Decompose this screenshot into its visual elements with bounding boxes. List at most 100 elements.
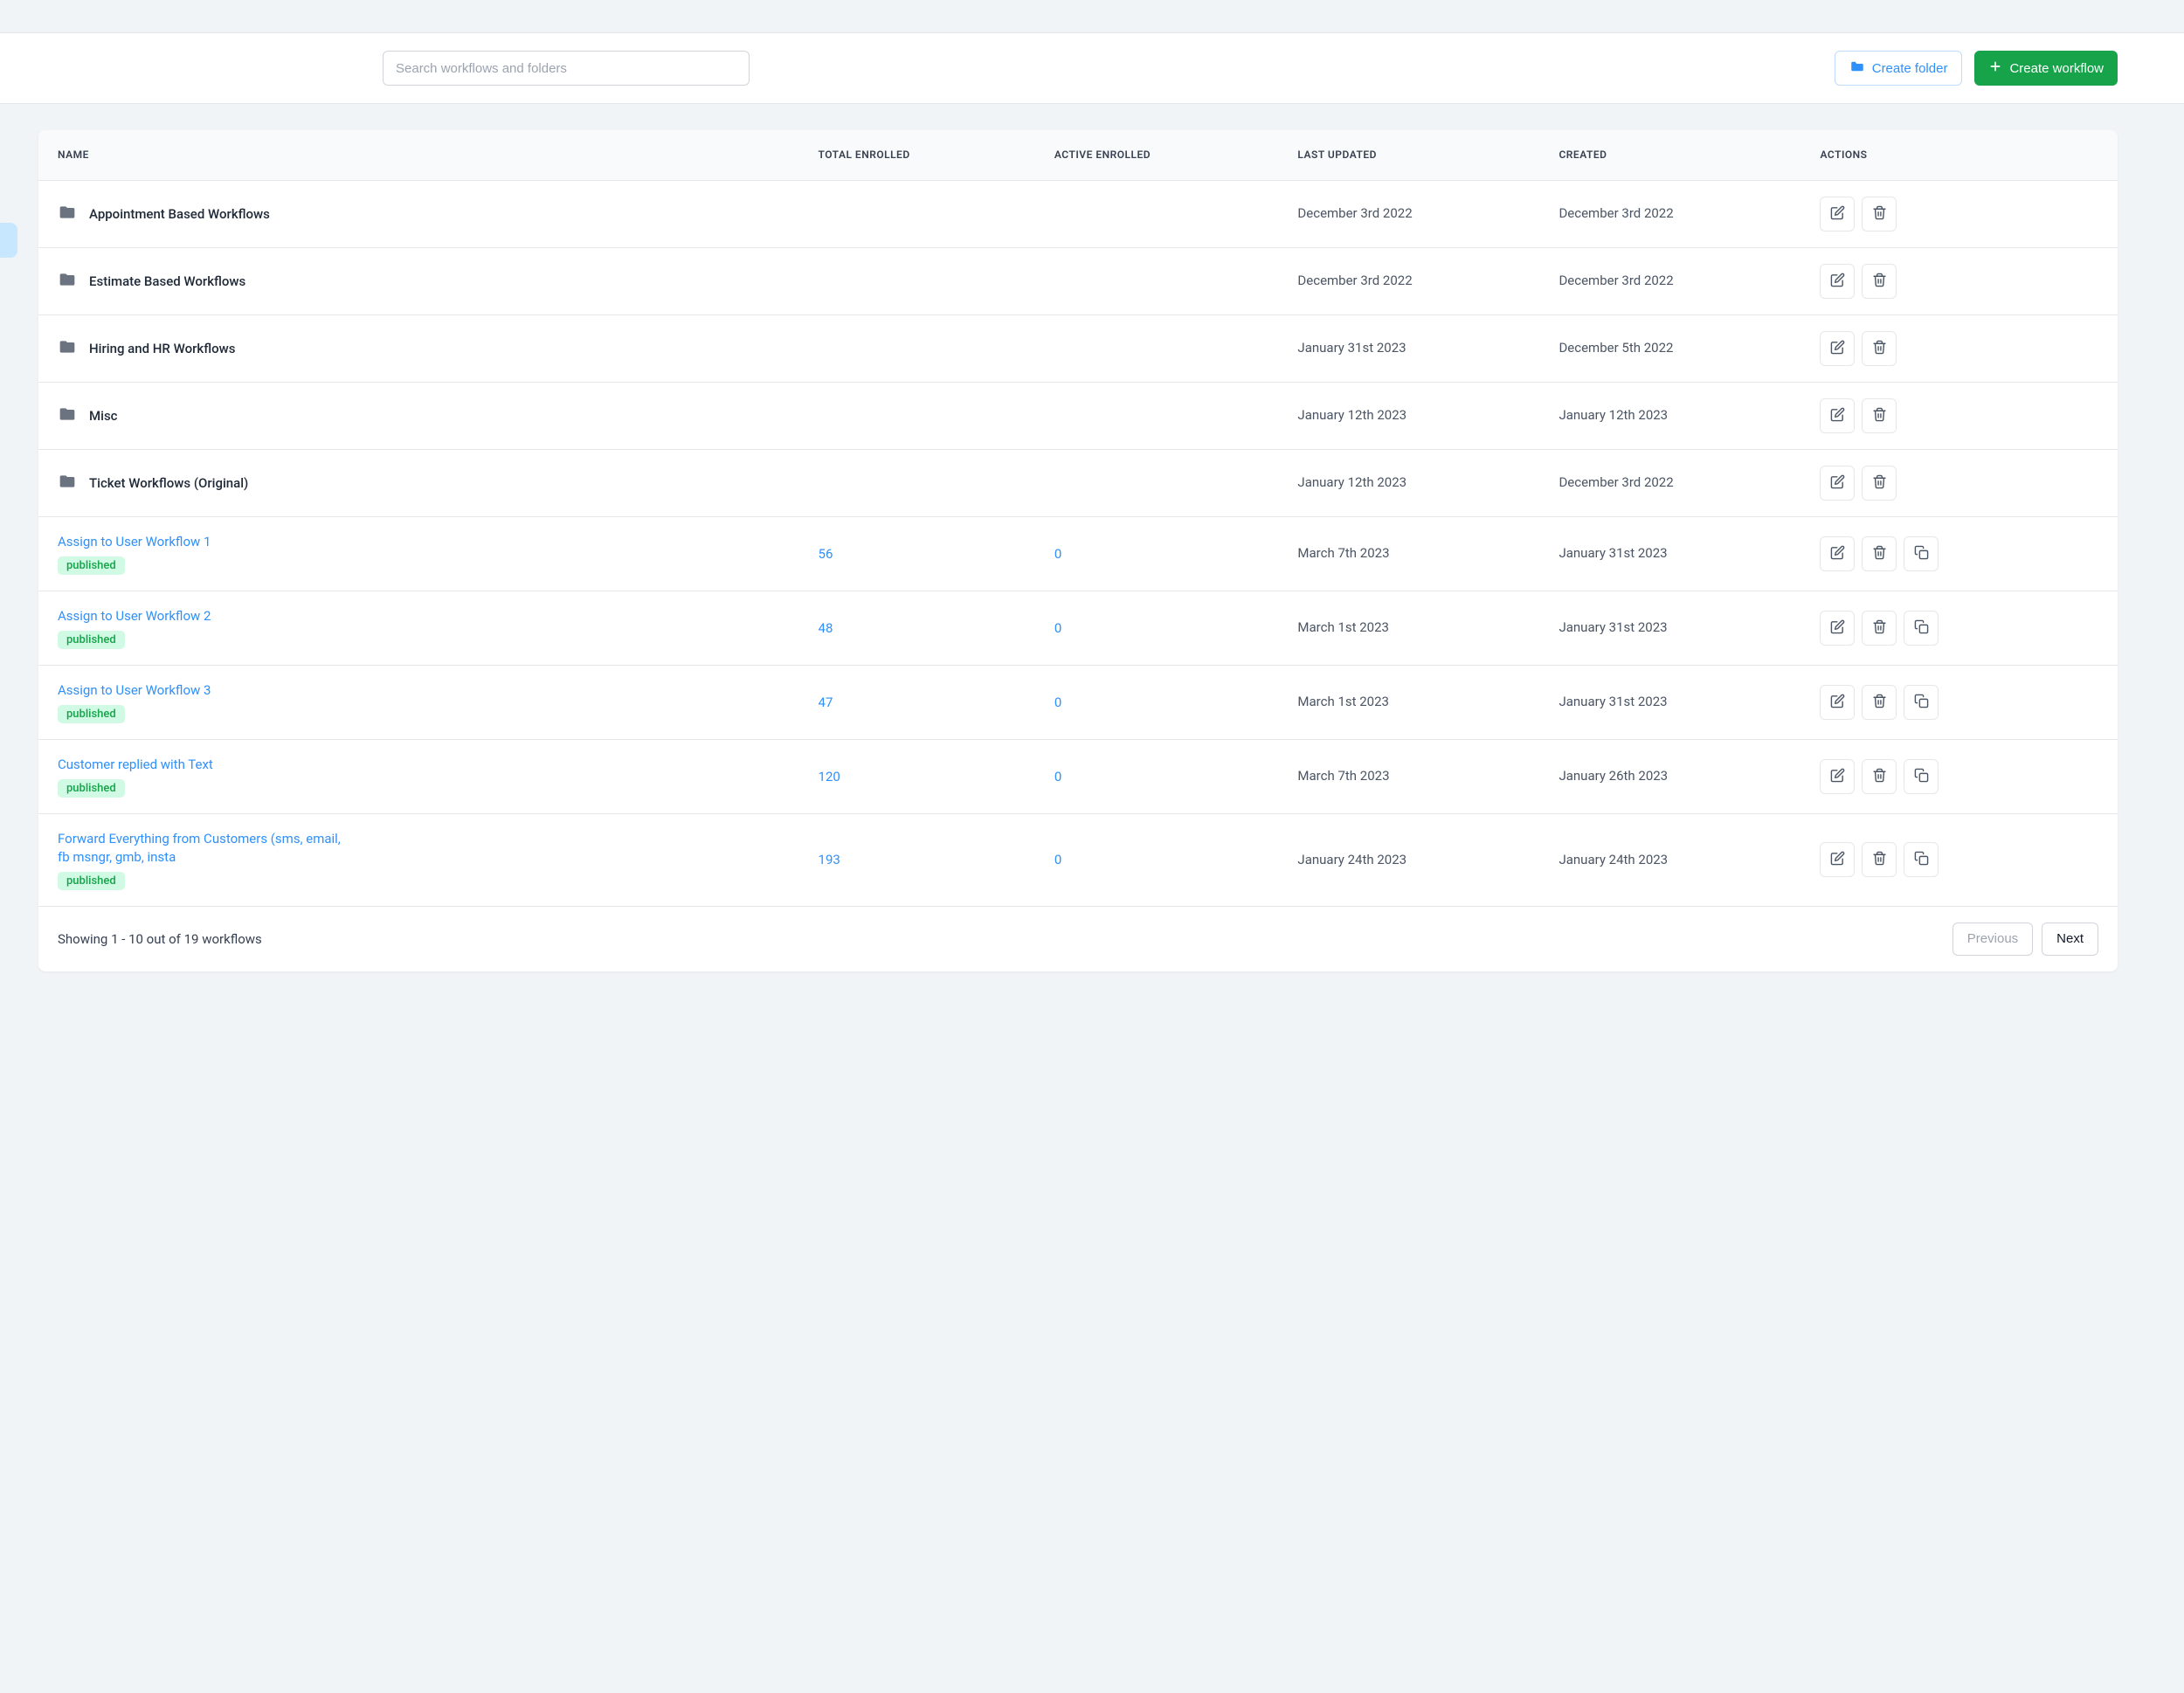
delete-button[interactable] bbox=[1862, 264, 1897, 299]
edit-icon bbox=[1830, 851, 1845, 868]
table-row: Assign to User Workflow 1 published 56 0 M… bbox=[38, 516, 2118, 591]
last-updated: March 1st 2023 bbox=[1297, 619, 1389, 635]
workflow-link[interactable]: Assign to User Workflow 3 bbox=[58, 681, 211, 700]
created-date: December 3rd 2022 bbox=[1559, 273, 1673, 288]
folder-name[interactable]: Appointment Based Workflows bbox=[89, 206, 270, 222]
created-date: December 5th 2022 bbox=[1559, 340, 1673, 356]
copy-button[interactable] bbox=[1904, 536, 1939, 571]
next-button[interactable]: Next bbox=[2042, 923, 2098, 956]
status-badge: published bbox=[58, 779, 125, 798]
created-date: January 31st 2023 bbox=[1559, 694, 1667, 709]
workflow-link[interactable]: Assign to User Workflow 1 bbox=[58, 533, 211, 551]
prev-button[interactable]: Previous bbox=[1952, 923, 2033, 956]
delete-button[interactable] bbox=[1862, 685, 1897, 720]
delete-button[interactable] bbox=[1862, 466, 1897, 501]
copy-button[interactable] bbox=[1904, 842, 1939, 877]
workflows-card: NAME TOTAL ENROLLED ACTIVE ENROLLED LAST… bbox=[38, 130, 2118, 971]
col-header-last-updated[interactable]: LAST UPDATED bbox=[1280, 130, 1541, 180]
last-updated: January 24th 2023 bbox=[1297, 852, 1406, 867]
last-updated: January 12th 2023 bbox=[1297, 474, 1406, 490]
delete-button[interactable] bbox=[1862, 759, 1897, 794]
last-updated: January 12th 2023 bbox=[1297, 407, 1406, 423]
edit-icon bbox=[1830, 768, 1845, 785]
delete-button[interactable] bbox=[1862, 536, 1897, 571]
delete-button[interactable] bbox=[1862, 611, 1897, 646]
copy-icon bbox=[1914, 545, 1929, 563]
trash-icon bbox=[1872, 407, 1887, 425]
copy-button[interactable] bbox=[1904, 685, 1939, 720]
folder-icon bbox=[58, 271, 77, 292]
delete-button[interactable] bbox=[1862, 398, 1897, 433]
edit-button[interactable] bbox=[1820, 685, 1855, 720]
trash-icon bbox=[1872, 273, 1887, 290]
last-updated: March 1st 2023 bbox=[1297, 694, 1389, 709]
edit-icon bbox=[1830, 619, 1845, 637]
folder-name[interactable]: Ticket Workflows (Original) bbox=[89, 475, 248, 491]
pager: Previous Next bbox=[1952, 923, 2098, 956]
edit-icon bbox=[1830, 273, 1845, 290]
edit-button[interactable] bbox=[1820, 466, 1855, 501]
showing-count: Showing 1 - 10 out of 19 workflows bbox=[58, 931, 262, 947]
edit-icon bbox=[1830, 474, 1845, 492]
status-badge: published bbox=[58, 705, 125, 723]
workflows-table: NAME TOTAL ENROLLED ACTIVE ENROLLED LAST… bbox=[38, 130, 2118, 906]
copy-button[interactable] bbox=[1904, 611, 1939, 646]
total-enrolled-link[interactable]: 48 bbox=[819, 620, 833, 636]
status-badge: published bbox=[58, 556, 125, 575]
col-header-created[interactable]: CREATED bbox=[1541, 130, 1802, 180]
edit-button[interactable] bbox=[1820, 331, 1855, 366]
active-enrolled-link[interactable]: 0 bbox=[1054, 620, 1061, 636]
edit-icon bbox=[1830, 340, 1845, 357]
last-updated: December 3rd 2022 bbox=[1297, 273, 1412, 288]
total-enrolled-link[interactable]: 47 bbox=[819, 694, 833, 710]
search-input[interactable] bbox=[383, 51, 750, 86]
folder-name[interactable]: Estimate Based Workflows bbox=[89, 273, 245, 289]
active-enrolled-link[interactable]: 0 bbox=[1054, 769, 1061, 784]
edit-button[interactable] bbox=[1820, 842, 1855, 877]
trash-icon bbox=[1872, 768, 1887, 785]
folder-icon bbox=[58, 473, 77, 494]
delete-button[interactable] bbox=[1862, 842, 1897, 877]
copy-icon bbox=[1914, 694, 1929, 711]
copy-button[interactable] bbox=[1904, 759, 1939, 794]
edit-button[interactable] bbox=[1820, 536, 1855, 571]
active-enrolled-link[interactable]: 0 bbox=[1054, 546, 1061, 562]
copy-icon bbox=[1914, 851, 1929, 868]
edit-button[interactable] bbox=[1820, 611, 1855, 646]
active-enrolled-link[interactable]: 0 bbox=[1054, 694, 1061, 710]
create-folder-button[interactable]: Create folder bbox=[1835, 51, 1963, 86]
folder-name[interactable]: Hiring and HR Workflows bbox=[89, 341, 235, 356]
workflow-link[interactable]: Forward Everything from Customers (sms, … bbox=[58, 830, 355, 867]
col-header-actions: ACTIONS bbox=[1802, 130, 2118, 180]
copy-icon bbox=[1914, 768, 1929, 785]
create-workflow-button[interactable]: Create workflow bbox=[1974, 51, 2118, 86]
table-row: Assign to User Workflow 2 published 480M… bbox=[38, 591, 2118, 665]
workflow-link[interactable]: Customer replied with Text bbox=[58, 756, 213, 774]
total-enrolled-link[interactable]: 193 bbox=[819, 852, 840, 867]
table-row: Customer replied with Text published 120… bbox=[38, 739, 2118, 813]
toolbar: Create folder Create workflow bbox=[0, 33, 2184, 104]
folder-name[interactable]: Misc bbox=[89, 408, 118, 424]
edit-button[interactable] bbox=[1820, 264, 1855, 299]
table-row: Appointment Based Workflows December 3rd… bbox=[38, 180, 2118, 247]
created-date: December 3rd 2022 bbox=[1559, 474, 1673, 490]
last-updated: December 3rd 2022 bbox=[1297, 205, 1412, 221]
active-enrolled-link[interactable]: 0 bbox=[1054, 852, 1061, 867]
edit-button[interactable] bbox=[1820, 759, 1855, 794]
edit-button[interactable] bbox=[1820, 197, 1855, 231]
table-footer: Showing 1 - 10 out of 19 workflows Previ… bbox=[38, 906, 2118, 971]
col-header-name[interactable]: NAME bbox=[38, 130, 801, 180]
total-enrolled-link[interactable]: 56 bbox=[819, 546, 833, 562]
delete-button[interactable] bbox=[1862, 331, 1897, 366]
last-updated: March 7th 2023 bbox=[1297, 768, 1389, 784]
total-enrolled-link[interactable]: 120 bbox=[819, 769, 840, 784]
last-updated: March 7th 2023 bbox=[1297, 545, 1389, 561]
workflow-link[interactable]: Assign to User Workflow 2 bbox=[58, 607, 211, 625]
col-header-active-enrolled[interactable]: ACTIVE ENROLLED bbox=[1037, 130, 1281, 180]
col-header-total-enrolled[interactable]: TOTAL ENROLLED bbox=[801, 130, 1037, 180]
table-row: Ticket Workflows (Original) January 12th… bbox=[38, 449, 2118, 516]
trash-icon bbox=[1872, 694, 1887, 711]
delete-button[interactable] bbox=[1862, 197, 1897, 231]
edit-button[interactable] bbox=[1820, 398, 1855, 433]
folder-icon bbox=[58, 204, 77, 225]
